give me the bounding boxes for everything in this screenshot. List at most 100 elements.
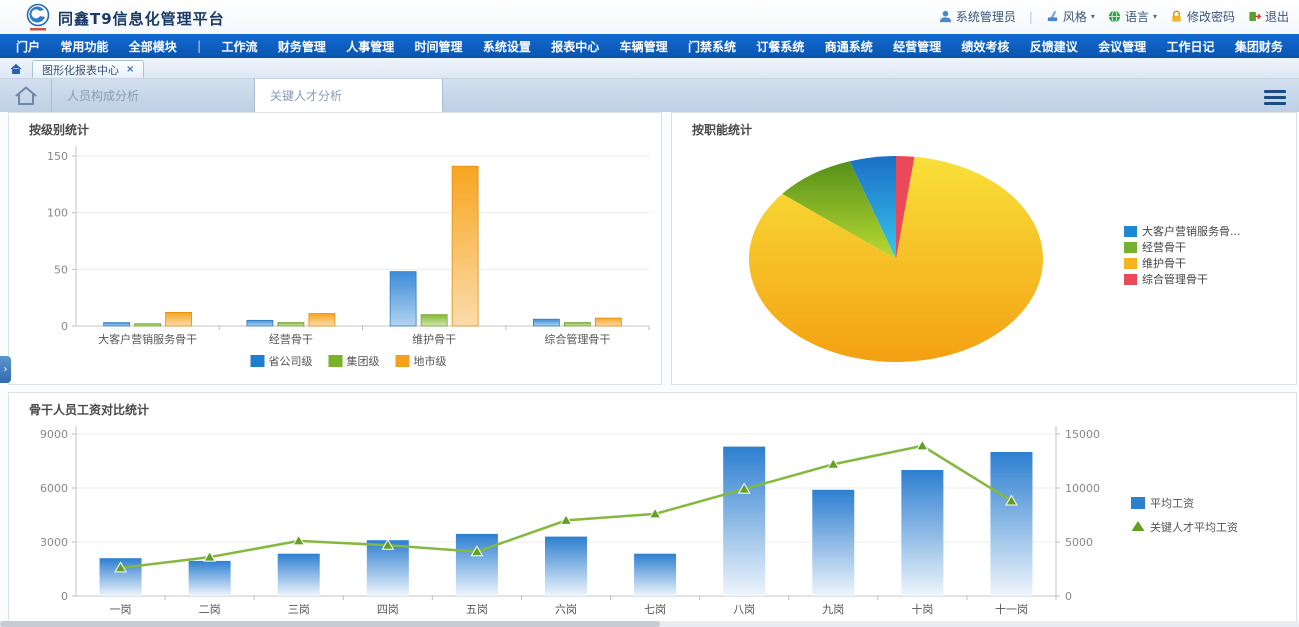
legend-swatch bbox=[251, 355, 265, 367]
panel-salary-comparison: 骨干人员工资对比统计 0300060009000050001000015000一… bbox=[8, 392, 1297, 626]
bar-平均工资[interactable] bbox=[901, 470, 943, 596]
x-category-label: 维护骨干 bbox=[412, 332, 456, 346]
legend-swatch bbox=[1124, 226, 1137, 237]
bar-集团级[interactable] bbox=[135, 324, 161, 326]
x-category-label: 八岗 bbox=[733, 603, 755, 616]
nav-item-3[interactable]: 全部模块 bbox=[129, 38, 177, 55]
y-tick-label: 0 bbox=[61, 320, 68, 333]
left-y-tick-label: 9000 bbox=[40, 428, 68, 441]
current-user-link[interactable]: 系统管理员 bbox=[939, 8, 1016, 25]
skin-menu[interactable]: 风格▾ bbox=[1046, 8, 1095, 25]
home-icon bbox=[10, 63, 22, 75]
menu-icon[interactable] bbox=[1264, 90, 1286, 105]
nav-item-1[interactable]: 门户 bbox=[16, 38, 40, 55]
bar-平均工资[interactable] bbox=[278, 554, 320, 596]
chevron-down-icon: ▾ bbox=[1153, 12, 1157, 21]
legend-label: 维护骨干 bbox=[1142, 256, 1186, 270]
x-category-label: 综合管理骨干 bbox=[544, 332, 610, 346]
bar-集团级[interactable] bbox=[421, 315, 447, 326]
legend-swatch bbox=[1131, 497, 1145, 509]
y-tick-label: 50 bbox=[54, 263, 68, 276]
sidebar-expand-handle[interactable]: › bbox=[0, 356, 11, 383]
current-user-label: 系统管理员 bbox=[956, 8, 1016, 25]
bar-平均工资[interactable] bbox=[456, 534, 498, 596]
right-y-tick-label: 5000 bbox=[1065, 536, 1093, 549]
home-mini-button[interactable] bbox=[10, 63, 22, 78]
logout-icon bbox=[1248, 10, 1261, 23]
x-category-label: 四岗 bbox=[377, 603, 399, 616]
nav-item-11[interactable]: 门禁系统 bbox=[688, 38, 736, 55]
x-category-label: 大客户营销服务骨干 bbox=[98, 332, 197, 346]
x-category-label: 七岗 bbox=[644, 603, 666, 616]
bar-chart-by-level: 050100150大客户营销服务骨干经营骨干维护骨干综合管理骨干省公司级集团级地… bbox=[9, 113, 661, 384]
nav-item-19[interactable]: 集团财务 bbox=[1235, 38, 1283, 55]
home-icon bbox=[13, 85, 39, 107]
nav-item-18[interactable]: 工作日记 bbox=[1167, 38, 1215, 55]
x-category-label: 二岗 bbox=[199, 603, 221, 616]
user-icon bbox=[939, 10, 952, 23]
nav-item-7[interactable]: 时间管理 bbox=[415, 38, 463, 55]
y-tick-label: 100 bbox=[47, 207, 68, 220]
change-password-label: 修改密码 bbox=[1187, 8, 1235, 25]
nav-item-15[interactable]: 绩效考核 bbox=[961, 38, 1009, 55]
x-category-label: 一岗 bbox=[110, 603, 132, 616]
x-category-label: 三岗 bbox=[288, 603, 310, 616]
workspace-tab[interactable]: 图形化报表中心 × bbox=[32, 60, 144, 78]
bar-平均工资[interactable] bbox=[189, 561, 231, 596]
x-category-label: 十岗 bbox=[911, 602, 933, 616]
tab-key-talent[interactable]: 关键人才分析 bbox=[255, 79, 443, 112]
nav-item-2[interactable]: 常用功能 bbox=[60, 38, 108, 55]
legend-label: 集团级 bbox=[347, 354, 380, 368]
line-marker[interactable] bbox=[917, 440, 928, 450]
bar-平均工资[interactable] bbox=[812, 490, 854, 596]
nav-item-5[interactable]: 财务管理 bbox=[278, 38, 326, 55]
bar-平均工资[interactable] bbox=[723, 447, 765, 596]
nav-item-9[interactable]: 报表中心 bbox=[551, 38, 599, 55]
x-category-label: 五岗 bbox=[466, 603, 488, 616]
app-title: 同鑫T9信息化管理平台 bbox=[58, 8, 225, 29]
bar-平均工资[interactable] bbox=[545, 537, 587, 596]
logout-link[interactable]: 退出 bbox=[1248, 8, 1289, 25]
globe-icon bbox=[1108, 10, 1121, 23]
close-icon[interactable]: × bbox=[126, 64, 134, 75]
bar-省公司级[interactable] bbox=[104, 323, 130, 326]
legend-swatch bbox=[329, 355, 343, 367]
nav-item-16[interactable]: 反馈建议 bbox=[1030, 38, 1078, 55]
nav-item-12[interactable]: 订餐系统 bbox=[756, 38, 804, 55]
bar-省公司级[interactable] bbox=[247, 320, 273, 326]
nav-item-8[interactable]: 系统设置 bbox=[483, 38, 531, 55]
tab-home[interactable] bbox=[0, 79, 52, 112]
bar-平均工资[interactable] bbox=[990, 452, 1032, 596]
right-y-tick-label: 15000 bbox=[1065, 428, 1100, 441]
workspace-tab-bar: 图形化报表中心 × bbox=[0, 58, 1299, 79]
bar-省公司级[interactable] bbox=[533, 319, 559, 326]
bar-平均工资[interactable] bbox=[634, 554, 676, 596]
change-password-link[interactable]: 修改密码 bbox=[1170, 8, 1235, 25]
nav-item-17[interactable]: 会议管理 bbox=[1098, 38, 1146, 55]
nav-item-4[interactable]: 工作流 bbox=[221, 38, 257, 55]
nav-item-13[interactable]: 商通系统 bbox=[825, 38, 873, 55]
bar-集团级[interactable] bbox=[564, 323, 590, 326]
horizontal-scrollbar-thumb[interactable] bbox=[0, 621, 660, 627]
nav-item-14[interactable]: 经营管理 bbox=[893, 38, 941, 55]
horizontal-scrollbar-track[interactable] bbox=[0, 621, 1299, 627]
left-y-tick-label: 0 bbox=[61, 590, 68, 603]
legend-swatch bbox=[1124, 274, 1137, 285]
skin-icon bbox=[1046, 10, 1059, 23]
bar-省公司级[interactable] bbox=[390, 272, 416, 326]
tab-personnel-composition[interactable]: 人员构成分析 bbox=[52, 79, 255, 112]
nav-item-6[interactable]: 人事管理 bbox=[346, 38, 394, 55]
bar-地市级[interactable] bbox=[166, 312, 192, 326]
bar-地市级[interactable] bbox=[452, 166, 478, 326]
report-tabs: 人员构成分析 关键人才分析 bbox=[0, 79, 1299, 112]
language-menu[interactable]: 语言▾ bbox=[1108, 8, 1157, 25]
main-navigation: 门户常用功能全部模块|工作流财务管理人事管理时间管理系统设置报表中心车辆管理门禁… bbox=[0, 34, 1299, 58]
nav-item-10[interactable]: 车辆管理 bbox=[620, 38, 668, 55]
bar-集团级[interactable] bbox=[278, 323, 304, 326]
legend-label: 经营骨干 bbox=[1142, 240, 1186, 254]
bar-地市级[interactable] bbox=[309, 314, 335, 326]
legend-label: 平均工资 bbox=[1150, 497, 1194, 510]
x-category-label: 九岗 bbox=[822, 603, 844, 616]
bar-地市级[interactable] bbox=[595, 318, 621, 326]
app-header: 同鑫T9信息化管理平台 系统管理员 | 风格▾ 语言▾ 修改密码 退出 bbox=[0, 0, 1299, 34]
